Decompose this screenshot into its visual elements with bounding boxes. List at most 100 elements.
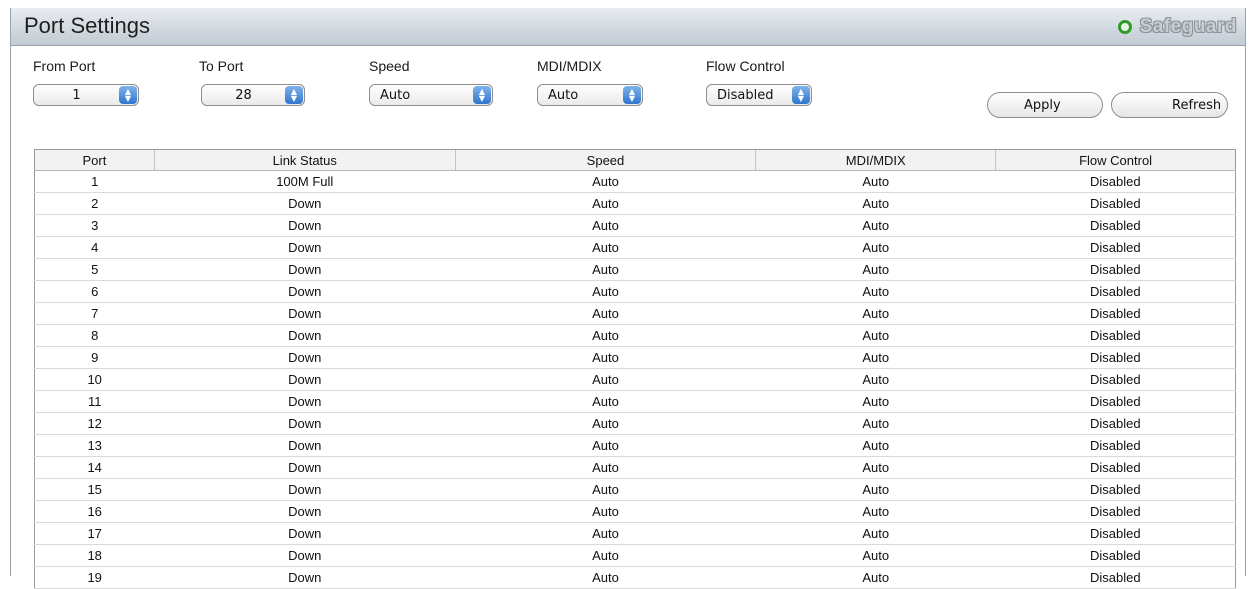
speed-cell: Auto bbox=[455, 214, 756, 237]
speed-cell: Auto bbox=[455, 324, 756, 347]
table-row: 13 Down Auto Auto Disabled bbox=[34, 434, 1236, 457]
flow-control-cell: Disabled bbox=[995, 522, 1236, 545]
flow-control-cell: Disabled bbox=[995, 346, 1236, 369]
flow-control-cell: Disabled bbox=[995, 500, 1236, 523]
to-port-label: To Port bbox=[199, 58, 244, 74]
link-status-cell: Down bbox=[154, 522, 456, 545]
table-row: 19 Down Auto Auto Disabled bbox=[34, 566, 1236, 589]
port-cell: 11 bbox=[34, 390, 155, 413]
table-row: 1 100M Full Auto Auto Disabled bbox=[34, 170, 1236, 193]
mdi-mdix-cell: Auto bbox=[755, 170, 996, 193]
flow-control-select[interactable]: Disabled ▲ ▼ bbox=[706, 84, 812, 106]
speed-select[interactable]: Auto ▲ ▼ bbox=[369, 84, 493, 106]
mdi-mdix-cell: Auto bbox=[755, 258, 996, 281]
mdi-mdix-label: MDI/MDIX bbox=[537, 58, 602, 74]
link-status-cell: Down bbox=[154, 434, 456, 457]
table-row: 18 Down Auto Auto Disabled bbox=[34, 544, 1236, 567]
mdi-mdix-select[interactable]: Auto ▲ ▼ bbox=[537, 84, 643, 106]
port-cell: 18 bbox=[34, 544, 155, 567]
flow-control-cell: Disabled bbox=[995, 368, 1236, 391]
port-cell: 15 bbox=[34, 478, 155, 501]
link-status-cell: Down bbox=[154, 324, 456, 347]
to-port-value: 28 bbox=[235, 87, 252, 103]
speed-cell: Auto bbox=[455, 368, 756, 391]
column-header-speed: Speed bbox=[454, 149, 756, 171]
table-row: 4 Down Auto Auto Disabled bbox=[34, 236, 1236, 259]
link-status-cell: Down bbox=[154, 214, 456, 237]
mdi-mdix-cell: Auto bbox=[755, 302, 996, 325]
up-down-arrows-icon: ▲ ▼ bbox=[792, 86, 810, 104]
flow-control-cell: Disabled bbox=[995, 258, 1236, 281]
column-header-flow-control: Flow Control bbox=[995, 149, 1236, 171]
table-row: 9 Down Auto Auto Disabled bbox=[34, 346, 1236, 369]
mdi-mdix-cell: Auto bbox=[755, 368, 996, 391]
mdi-mdix-cell: Auto bbox=[755, 456, 996, 479]
mdi-mdix-cell: Auto bbox=[755, 412, 996, 435]
port-cell: 10 bbox=[34, 368, 155, 391]
flow-control-cell: Disabled bbox=[995, 456, 1236, 479]
speed-cell: Auto bbox=[455, 456, 756, 479]
speed-cell: Auto bbox=[455, 544, 756, 567]
table-row: 7 Down Auto Auto Disabled bbox=[34, 302, 1236, 325]
from-port-label: From Port bbox=[33, 58, 96, 74]
mdi-mdix-cell: Auto bbox=[755, 544, 996, 567]
speed-cell: Auto bbox=[455, 258, 756, 281]
flow-control-cell: Disabled bbox=[995, 478, 1236, 501]
table-row: 16 Down Auto Auto Disabled bbox=[34, 500, 1236, 523]
link-status-cell: Down bbox=[154, 258, 456, 281]
flow-control-cell: Disabled bbox=[995, 434, 1236, 457]
flow-control-cell: Disabled bbox=[995, 302, 1236, 325]
header-row: Port Link Status Speed MDI/MDIX Flow Con… bbox=[34, 149, 1236, 171]
speed-cell: Auto bbox=[455, 522, 756, 545]
refresh-button[interactable]: Refresh bbox=[1111, 92, 1228, 118]
speed-cell: Auto bbox=[455, 566, 756, 589]
from-port-select[interactable]: 1 ▲ ▼ bbox=[33, 84, 139, 106]
port-cell: 4 bbox=[34, 236, 155, 259]
mdi-mdix-cell: Auto bbox=[755, 500, 996, 523]
port-cell: 14 bbox=[34, 456, 155, 479]
safeguard-indicator: Safeguard bbox=[1117, 16, 1237, 38]
speed-cell: Auto bbox=[455, 390, 756, 413]
table-row: 12 Down Auto Auto Disabled bbox=[34, 412, 1236, 435]
link-status-cell: 100M Full bbox=[154, 170, 456, 193]
port-cell: 13 bbox=[34, 434, 155, 457]
link-status-cell: Down bbox=[154, 544, 456, 567]
flow-control-label: Flow Control bbox=[706, 58, 785, 74]
speed-cell: Auto bbox=[455, 192, 756, 215]
port-cell: 8 bbox=[34, 324, 155, 347]
mdi-mdix-cell: Auto bbox=[755, 236, 996, 259]
speed-cell: Auto bbox=[455, 500, 756, 523]
port-cell: 19 bbox=[34, 566, 155, 589]
mdi-mdix-cell: Auto bbox=[755, 522, 996, 545]
mdi-mdix-cell: Auto bbox=[755, 192, 996, 215]
mdi-mdix-cell: Auto bbox=[755, 478, 996, 501]
flow-control-cell: Disabled bbox=[995, 544, 1236, 567]
speed-cell: Auto bbox=[455, 280, 756, 303]
link-status-cell: Down bbox=[154, 368, 456, 391]
port-cell: 3 bbox=[34, 214, 155, 237]
port-cell: 1 bbox=[34, 170, 155, 193]
speed-cell: Auto bbox=[455, 346, 756, 369]
link-status-cell: Down bbox=[154, 280, 456, 303]
port-cell: 16 bbox=[34, 500, 155, 523]
table-row: 17 Down Auto Auto Disabled bbox=[34, 522, 1236, 545]
flow-control-cell: Disabled bbox=[995, 214, 1236, 237]
port-cell: 6 bbox=[34, 280, 155, 303]
to-port-select[interactable]: 28 ▲ ▼ bbox=[201, 84, 305, 106]
link-status-cell: Down bbox=[154, 500, 456, 523]
mdi-mdix-cell: Auto bbox=[755, 214, 996, 237]
flow-control-cell: Disabled bbox=[995, 412, 1236, 435]
table-row: 10 Down Auto Auto Disabled bbox=[34, 368, 1236, 391]
table-row: 6 Down Auto Auto Disabled bbox=[34, 280, 1236, 303]
link-status-cell: Down bbox=[154, 412, 456, 435]
flow-control-cell: Disabled bbox=[995, 170, 1236, 193]
table-row: 8 Down Auto Auto Disabled bbox=[34, 324, 1236, 347]
flow-control-cell: Disabled bbox=[995, 280, 1236, 303]
apply-button[interactable]: Apply bbox=[987, 92, 1103, 118]
speed-cell: Auto bbox=[455, 236, 756, 259]
column-header-mdi-mdix: MDI/MDIX bbox=[755, 149, 996, 171]
link-status-cell: Down bbox=[154, 566, 456, 589]
speed-cell: Auto bbox=[455, 412, 756, 435]
mdi-mdix-cell: Auto bbox=[755, 390, 996, 413]
port-cell: 5 bbox=[34, 258, 155, 281]
